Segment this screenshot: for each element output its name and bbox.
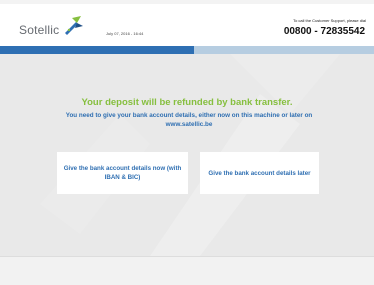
stripe-blue bbox=[0, 46, 194, 54]
date-time: July 07, 2016 - 16:44 bbox=[106, 31, 144, 36]
footer bbox=[0, 256, 374, 285]
give-details-later-button[interactable]: Give the bank account details later bbox=[200, 152, 319, 194]
main-panel: Your deposit will be refunded by bank tr… bbox=[0, 54, 374, 256]
stripe-light bbox=[194, 46, 374, 54]
kiosk-screen: Sotellic July 07, 2016 - 16:44 To call t… bbox=[0, 0, 374, 285]
support-phone-number: 00800 - 72835542 bbox=[283, 26, 365, 37]
refund-headline: Your deposit will be refunded by bank tr… bbox=[81, 97, 293, 108]
support-text: To call the Customer Support, please dia… bbox=[293, 18, 366, 23]
header: Sotellic July 07, 2016 - 16:44 To call t… bbox=[0, 4, 374, 46]
logo-text: Sotellic bbox=[19, 23, 60, 37]
give-details-now-button[interactable]: Give the bank account details now (with … bbox=[57, 152, 188, 194]
refund-instructions: You need to give your bank account detai… bbox=[65, 112, 313, 128]
header-stripe bbox=[0, 46, 374, 54]
satellic-logo-icon bbox=[65, 16, 83, 35]
